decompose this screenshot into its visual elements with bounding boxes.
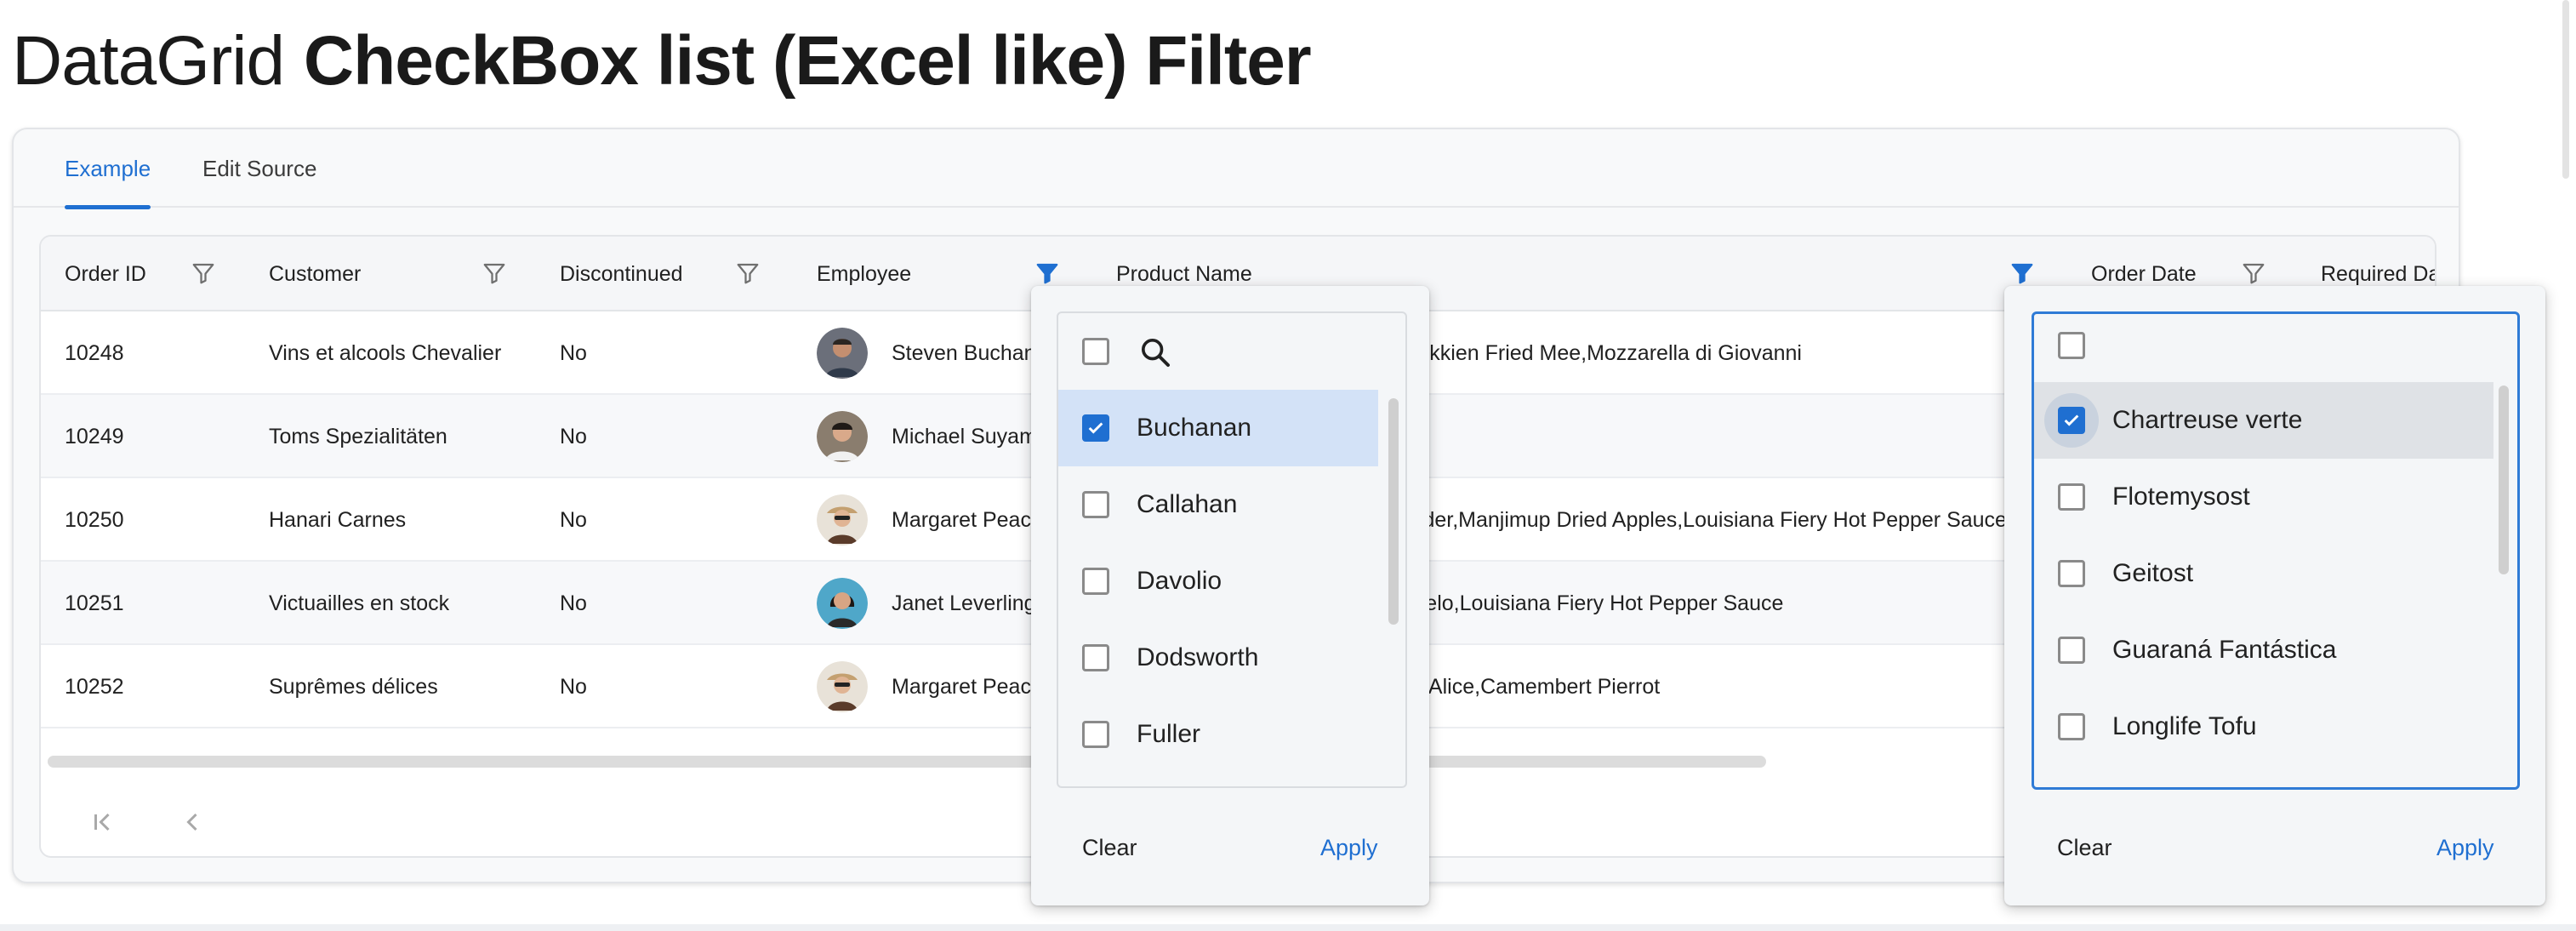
checkbox[interactable] [1082, 568, 1109, 595]
product-filter-list[interactable]: Chartreuse verte Flotemysost Geitost Gua… [2032, 311, 2520, 790]
filter-option-label: Guaraná Fantástica [2112, 636, 2337, 664]
checkbox-checked[interactable] [1082, 414, 1109, 442]
cell-order-id: 10248 [65, 341, 124, 365]
cell-discontinued: No [560, 425, 587, 448]
cell-customer: Toms Spezialitäten [269, 425, 447, 448]
avatar [817, 494, 868, 545]
cell-order-id: 10252 [65, 675, 124, 699]
first-page-icon[interactable] [78, 798, 126, 846]
filter-option-label: Fuller [1137, 720, 1201, 748]
checkbox[interactable] [1082, 721, 1109, 748]
select-all-checkbox[interactable] [1082, 338, 1109, 365]
filter-option-chartreuse-verte[interactable]: Chartreuse verte [2034, 382, 2493, 459]
column-header-order-id[interactable]: Order ID [65, 237, 146, 311]
checkbox[interactable] [1082, 491, 1109, 518]
avatar [817, 661, 868, 712]
vertical-scrollbar[interactable] [2499, 386, 2509, 574]
filter-icon[interactable] [482, 260, 507, 286]
select-all-checkbox[interactable] [2058, 332, 2085, 359]
tab-example[interactable]: Example [65, 129, 151, 209]
filter-select-all-row[interactable] [2034, 314, 2517, 384]
filter-option-label: Longlife Tofu [2112, 712, 2257, 740]
cell-discontinued: No [560, 675, 587, 699]
filter-option-label: Buchanan [1137, 414, 1252, 442]
filter-option-label: Callahan [1137, 490, 1238, 518]
checkbox[interactable] [2058, 560, 2085, 587]
vertical-scrollbar[interactable] [1388, 398, 1399, 625]
search-icon[interactable] [1138, 335, 1172, 369]
filter-option-guarana-fantastica[interactable]: Guaraná Fantástica [2034, 612, 2493, 688]
page-footer-strip [0, 924, 2576, 931]
filter-option-label: Geitost [2112, 559, 2194, 587]
filter-option-label: Davolio [1137, 567, 1222, 595]
tab-edit-source[interactable]: Edit Source [202, 129, 316, 208]
checkbox[interactable] [2058, 483, 2085, 511]
filter-option-label: Dodsworth [1137, 643, 1259, 671]
tab-bar: Example Edit Source [14, 129, 2459, 209]
filter-option-dodsworth[interactable]: Dodsworth [1058, 620, 1378, 696]
cell-order-id: 10250 [65, 508, 124, 532]
avatar [817, 328, 868, 379]
avatar [817, 411, 868, 462]
column-header-employee[interactable]: Employee [817, 237, 911, 311]
page-title: DataGrid CheckBox list (Excel like) Filt… [12, 17, 1312, 106]
cell-customer: Victuailles en stock [269, 591, 450, 615]
filter-option-buchanan[interactable]: Buchanan [1058, 390, 1378, 466]
page-title-light: DataGrid [12, 22, 285, 100]
clear-button[interactable]: Clear [2057, 831, 2112, 865]
filter-option-flotemysost[interactable]: Flotemysost [2034, 459, 2493, 535]
filter-select-all-row[interactable] [1058, 313, 1405, 390]
filter-option-label: Chartreuse verte [2112, 406, 2303, 434]
filter-active-icon[interactable] [1034, 260, 1060, 286]
cell-order-id: 10251 [65, 591, 124, 615]
horizontal-scrollbar[interactable] [48, 756, 1766, 768]
filter-option-label: Flotemysost [2112, 483, 2250, 511]
cell-order-id: 10249 [65, 425, 124, 448]
cell-discontinued: No [560, 341, 587, 365]
column-header-discontinued[interactable]: Discontinued [560, 237, 683, 311]
checkbox[interactable] [2058, 713, 2085, 740]
apply-button[interactable]: Apply [2436, 831, 2494, 865]
page-scrollbar[interactable] [2562, 0, 2569, 179]
filter-option-davolio[interactable]: Davolio [1058, 543, 1378, 620]
filter-option-longlife-tofu[interactable]: Longlife Tofu [2034, 688, 2493, 765]
filter-icon[interactable] [2241, 260, 2266, 286]
filter-option-geitost[interactable]: Geitost [2034, 535, 2493, 612]
column-header-customer[interactable]: Customer [269, 237, 361, 311]
product-filter-popup: Chartreuse verte Flotemysost Geitost Gua… [2004, 286, 2545, 905]
filter-icon[interactable] [735, 260, 761, 286]
filter-icon[interactable] [191, 260, 216, 286]
cell-discontinued: No [560, 591, 587, 615]
page-title-bold: CheckBox list (Excel like) Filter [303, 22, 1312, 100]
employee-filter-popup: Buchanan Callahan Davolio Dodsworth Full… [1031, 286, 1429, 905]
previous-page-icon[interactable] [168, 798, 216, 846]
checkbox[interactable] [1082, 644, 1109, 671]
filter-option-fuller[interactable]: Fuller [1058, 696, 1378, 773]
filter-option-callahan[interactable]: Callahan [1058, 466, 1378, 543]
employee-filter-list[interactable]: Buchanan Callahan Davolio Dodsworth Full… [1057, 311, 1407, 788]
filter-active-icon[interactable] [2009, 260, 2035, 286]
cell-customer: Vins et alcools Chevalier [269, 341, 502, 365]
cell-discontinued: No [560, 508, 587, 532]
avatar [817, 578, 868, 629]
cell-customer: Suprêmes délices [269, 675, 438, 699]
checkbox[interactable] [2058, 637, 2085, 664]
cell-customer: Hanari Carnes [269, 508, 407, 532]
checkbox-checked[interactable] [2058, 407, 2085, 434]
apply-button[interactable]: Apply [1320, 831, 1378, 865]
clear-button[interactable]: Clear [1082, 831, 1137, 865]
